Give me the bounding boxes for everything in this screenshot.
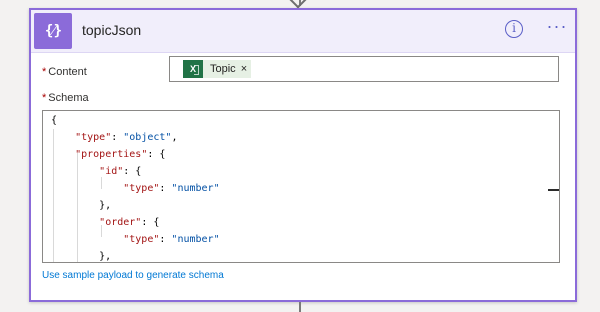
info-icon[interactable]: i xyxy=(505,20,523,38)
card-title[interactable]: topicJson xyxy=(82,22,141,38)
required-marker: * xyxy=(42,92,47,104)
schema-label: * Schema xyxy=(42,92,89,104)
code-line: { xyxy=(51,115,58,126)
schema-label-text: Schema xyxy=(48,92,89,104)
code-line: }, xyxy=(51,200,112,211)
parse-json-action-card: {⁄} topicJson i ··· * Content X Topic × *… xyxy=(29,8,577,302)
sample-payload-link[interactable]: Use sample payload to generate schema xyxy=(42,270,224,281)
flow-canvas: {⁄} topicJson i ··· * Content X Topic × *… xyxy=(0,0,600,312)
card-header[interactable]: {⁄} topicJson i ··· xyxy=(31,10,575,53)
json-icon: {⁄} xyxy=(34,13,72,49)
topic-token[interactable]: X Topic × xyxy=(183,60,252,78)
excel-icon: X xyxy=(183,60,203,78)
code-line: }, xyxy=(51,251,112,262)
schema-editor[interactable]: { "type": "object", "properties": { "id"… xyxy=(42,110,560,263)
connector-line-bottom xyxy=(299,302,301,312)
token-label: Topic xyxy=(210,63,236,75)
content-label: * Content xyxy=(42,66,87,78)
code-line: "order": { xyxy=(99,217,160,228)
code-line: "type": "number" xyxy=(123,234,220,245)
content-label-text: Content xyxy=(48,66,87,78)
code-line: "type": "object", xyxy=(75,132,178,143)
more-options-icon[interactable]: ··· xyxy=(545,17,569,38)
code-line: "id": { xyxy=(99,166,142,177)
code-line: "properties": { xyxy=(75,149,166,160)
editor-scroll-marker[interactable] xyxy=(548,189,559,191)
required-marker: * xyxy=(42,66,47,78)
content-input[interactable]: X Topic × xyxy=(169,56,559,82)
token-remove-button[interactable]: × xyxy=(241,63,247,75)
code-line: "type": "number" xyxy=(123,183,220,194)
